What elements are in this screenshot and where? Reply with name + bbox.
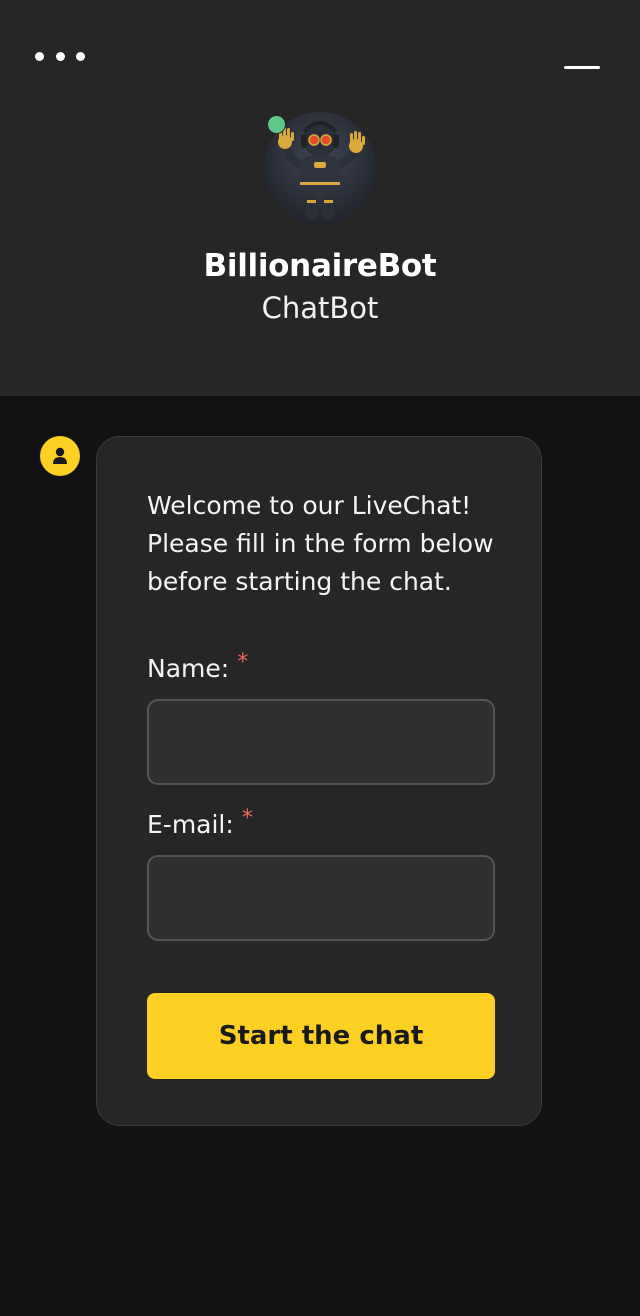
name-label-text: Name: — [147, 654, 230, 683]
more-options-icon[interactable] — [34, 44, 86, 68]
user-icon — [40, 436, 80, 476]
welcome-message: Welcome to our LiveChat! Please fill in … — [147, 491, 494, 596]
name-label: Name: * — [147, 650, 249, 687]
email-label: E-mail: * — [147, 806, 253, 843]
chat-header: BillionaireBot ChatBot — [0, 0, 640, 396]
prechat-form-card: Welcome to our LiveChat! Please fill in … — [96, 436, 542, 1126]
name-input[interactable] — [147, 699, 495, 785]
start-chat-button[interactable]: Start the chat — [147, 993, 495, 1079]
bot-name: BillionaireBot — [203, 248, 437, 284]
email-input[interactable] — [147, 855, 495, 941]
required-mark: * — [241, 806, 253, 831]
minimize-icon[interactable] — [558, 54, 606, 82]
required-mark: * — [237, 650, 249, 675]
bot-role: ChatBot — [261, 291, 379, 325]
online-status-dot — [267, 115, 286, 134]
bot-avatar — [264, 112, 376, 224]
email-label-text: E-mail: — [147, 810, 234, 839]
